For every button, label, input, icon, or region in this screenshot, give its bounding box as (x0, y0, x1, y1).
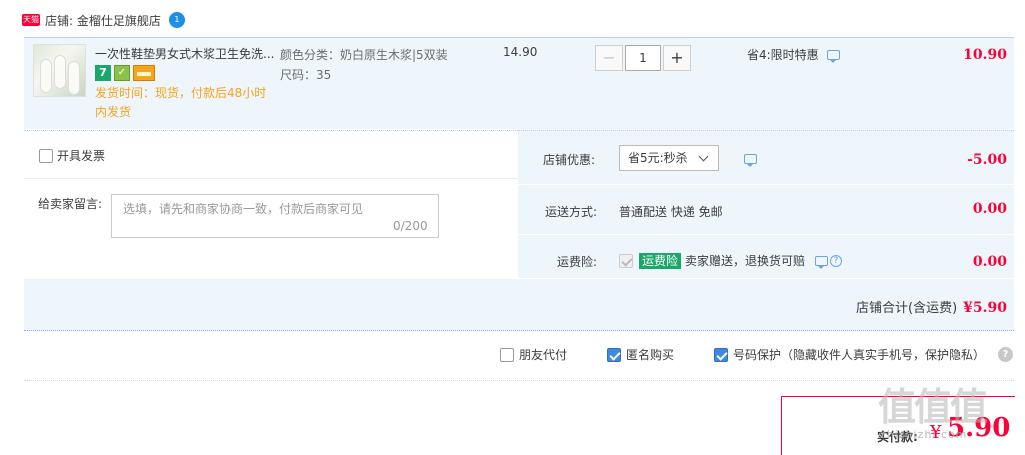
product-thumbnail[interactable] (33, 44, 86, 97)
ship-time-text: 发货时间：现货，付款后48小时内发货 (95, 86, 267, 119)
divider (518, 184, 1014, 185)
extra-options: 朋友代付 匿名购买 号码保护（隐藏收件人真实手机号，保护隐私） (500, 346, 985, 363)
insurance-comment-icon[interactable] (815, 255, 829, 269)
subtotal-label: 店铺合计(含运费) (856, 301, 958, 316)
sku-info: 颜色分类：奶白原生木浆|5双装 尺码：35 (280, 45, 448, 85)
watermark-logo: 值值值 (878, 385, 988, 429)
insurance-text: 卖家赠送，退换货可赔 (685, 254, 806, 268)
divider (518, 234, 1014, 235)
friend-pay-checkbox[interactable] (500, 347, 514, 362)
promo-text: 省4:限时特惠 (747, 48, 819, 62)
invoice-label: 开具发票 (57, 149, 106, 163)
insurance-amount: 0.00 (972, 254, 1007, 270)
invoice-checkbox[interactable] (39, 148, 53, 163)
insurance-checkbox (619, 253, 633, 268)
decrease-quantity-button[interactable]: − (595, 45, 623, 71)
unit-price: 14.90 (503, 45, 538, 59)
number-protect-option[interactable]: 号码保护（隐藏收件人真实手机号，保护隐私） (714, 346, 985, 363)
coupon-amount: -5.00 (967, 152, 1007, 168)
message-placeholder: 选填，请先和商家协商一致，付款后商家可见 (123, 202, 364, 216)
shipping-method: 普通配送 快递 免邮 (619, 205, 723, 219)
invoice-option[interactable]: 开具发票 (39, 147, 105, 164)
coupon-label: 店铺优惠: (542, 153, 595, 167)
quantity-input[interactable]: 1 (625, 45, 661, 71)
subtotal-value: ¥5.90 (963, 300, 1007, 316)
watermark-site: zhizhizhi.com (880, 428, 968, 441)
number-protect-checkbox[interactable] (714, 347, 729, 362)
shop-subtotal: 店铺合计(含运费) ¥5.90 (856, 297, 1007, 316)
sku-color: 颜色分类：奶白原生木浆|5双装 (280, 48, 448, 62)
chat-seller-icon[interactable]: 1 (168, 12, 185, 28)
promo-comment-icon[interactable] (826, 49, 840, 63)
shop-name-link[interactable]: 店铺: 金榴仕足旗舰店 (45, 12, 161, 29)
number-protect-label: 号码保护（隐藏收件人真实手机号，保护隐私） (733, 348, 986, 362)
service-badges: 7 ✓ (95, 65, 155, 81)
item-total: 10.90 (963, 47, 1007, 63)
insurance-option: 运费险 卖家赠送，退换货可赔 ? (619, 252, 843, 269)
shipping-label: 运送方式: (544, 205, 597, 219)
coupon-selected-value: 省5元:秒杀 (628, 151, 688, 165)
question-icon[interactable]: ? (998, 347, 1013, 362)
friend-pay-option[interactable]: 朋友代付 (500, 346, 567, 363)
shop-header: 天猫 店铺: 金榴仕足旗舰店 1 (22, 10, 185, 30)
item-promo: 省4:限时特惠 (747, 46, 840, 63)
product-title-link[interactable]: 一次性鞋垫男女式木浆卫生免洗... (95, 45, 275, 62)
help-icon[interactable]: ? (830, 254, 843, 267)
shipping-amount: 0.00 (972, 201, 1007, 217)
insurance-tag: 运费险 (639, 252, 682, 269)
tmall-icon: 天猫 (22, 14, 40, 26)
insurance-label: 运费险: (556, 255, 597, 269)
chevron-down-icon (698, 151, 709, 161)
quantity-stepper: − 1 + (595, 45, 691, 71)
credit-card-icon[interactable] (133, 65, 155, 81)
guarantee-icon[interactable]: ✓ (114, 65, 130, 81)
message-char-count: 0/200 (393, 219, 428, 233)
coupon-comment-icon[interactable] (744, 154, 757, 167)
anonymous-label: 匿名购买 (626, 348, 675, 362)
increase-quantity-button[interactable]: + (663, 45, 691, 71)
divider (24, 178, 518, 179)
sku-size: 尺码：35 (280, 68, 332, 82)
message-label: 给卖家留言: (38, 197, 103, 211)
anonymous-checkbox[interactable] (607, 347, 622, 362)
anonymous-option[interactable]: 匿名购买 (607, 346, 674, 363)
friend-pay-label: 朋友代付 (519, 348, 568, 362)
coupon-select[interactable]: 省5元:秒杀 (619, 145, 719, 171)
divider (24, 380, 1014, 381)
seven-day-return-icon[interactable]: 7 (95, 65, 111, 81)
